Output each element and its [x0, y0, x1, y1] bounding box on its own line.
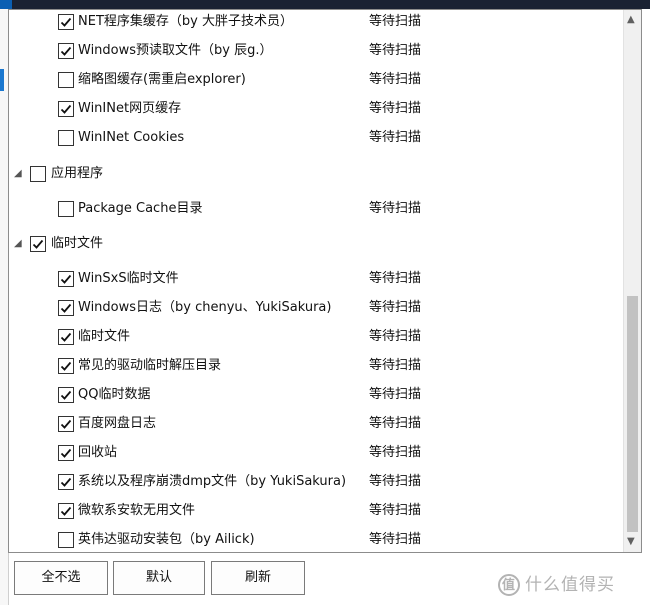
scan-status: 等待扫描 — [369, 14, 422, 29]
scan-status: 等待扫描 — [369, 300, 422, 315]
scroll-down-arrow-icon[interactable]: ▼ — [627, 536, 635, 548]
item-checkbox[interactable] — [58, 201, 74, 217]
scrollbar-thumb[interactable] — [627, 296, 638, 532]
item-label: 常见的驱动临时解压目录 — [78, 358, 222, 373]
scan-status: 等待扫描 — [369, 503, 422, 518]
item-checkbox[interactable] — [58, 358, 74, 374]
item-checkbox[interactable] — [58, 271, 74, 287]
item-label: 回收站 — [78, 445, 118, 460]
title-bar-accent — [0, 0, 12, 9]
expand-toggle-icon[interactable]: ◢ — [14, 163, 22, 185]
scan-status: 等待扫描 — [369, 130, 422, 145]
tree-item-row[interactable]: 回收站 等待扫描 — [9, 442, 621, 464]
item-checkbox[interactable] — [58, 445, 74, 461]
item-label: 应用程序 — [51, 166, 104, 181]
tree-item-row[interactable]: 系统以及程序崩溃dmp文件（by YukiSakura) 等待扫描 — [9, 471, 621, 493]
scan-status: 等待扫描 — [369, 101, 422, 116]
watermark: 值什么值得买 — [498, 570, 615, 596]
item-label: 缩略图缓存(需重启explorer) — [78, 72, 246, 87]
item-checkbox[interactable] — [58, 416, 74, 432]
item-label: 系统以及程序崩溃dmp文件（by YukiSakura) — [78, 474, 347, 489]
item-checkbox[interactable] — [58, 532, 74, 548]
scan-status: 等待扫描 — [369, 201, 422, 216]
scan-status: 等待扫描 — [369, 72, 422, 87]
item-checkbox[interactable] — [58, 503, 74, 519]
watermark-text: 什么值得买 — [525, 575, 615, 595]
tree-item-row[interactable]: WinINet Cookies 等待扫描 — [9, 127, 621, 149]
tree-item-row[interactable]: Windows预读取文件（by 辰g.） 等待扫描 — [9, 40, 621, 62]
tree-item-row[interactable]: 缩略图缓存(需重启explorer) 等待扫描 — [9, 69, 621, 91]
tree-group-row[interactable]: ◢ 临时文件 — [9, 233, 621, 255]
item-checkbox[interactable] — [58, 43, 74, 59]
item-label: 百度网盘日志 — [78, 416, 157, 431]
window-top-edge — [0, 0, 650, 9]
item-label: QQ临时数据 — [78, 387, 151, 402]
item-checkbox[interactable] — [58, 72, 74, 88]
expand-toggle-icon[interactable]: ◢ — [14, 233, 22, 255]
watermark-logo-icon: 值 — [498, 574, 520, 596]
scroll-up-arrow-icon[interactable]: ▲ — [627, 14, 635, 26]
item-label: Package Cache目录 — [78, 201, 203, 216]
tree-item-row[interactable]: WinSxS临时文件 等待扫描 — [9, 268, 621, 290]
scan-status: 等待扫描 — [369, 271, 422, 286]
refresh-button[interactable]: 刷新 — [211, 561, 305, 595]
item-label: 临时文件 — [78, 329, 131, 344]
item-label: NET程序集缓存（by 大胖子技术员） — [78, 14, 293, 29]
scan-status: 等待扫描 — [369, 532, 422, 547]
scan-status: 等待扫描 — [369, 329, 422, 344]
tree-item-row[interactable]: NET程序集缓存（by 大胖子技术员） 等待扫描 — [9, 11, 621, 33]
item-checkbox[interactable] — [58, 474, 74, 490]
item-label: 英伟达驱动安装包（by Ailick) — [78, 532, 255, 547]
tree-item-row[interactable]: 临时文件 等待扫描 — [9, 326, 621, 348]
item-checkbox[interactable] — [58, 387, 74, 403]
tree-item-row[interactable]: Windows日志（by chenyu、YukiSakura) 等待扫描 — [9, 297, 621, 319]
tree-item-row[interactable]: WinINet网页缓存 等待扫描 — [9, 98, 621, 120]
deselect-all-button[interactable]: 全不选 — [14, 561, 108, 595]
item-checkbox[interactable] — [58, 101, 74, 117]
item-label: Windows预读取文件（by 辰g.） — [78, 43, 273, 58]
default-button[interactable]: 默认 — [113, 561, 205, 595]
item-checkbox[interactable] — [30, 236, 46, 252]
item-checkbox[interactable] — [58, 329, 74, 345]
item-label: WinINet Cookies — [78, 130, 185, 145]
cleanup-item-tree: ▲ ▼ NET程序集缓存（by 大胖子技术员） 等待扫描 Windows预读取文件（… — [8, 9, 642, 553]
item-label: Windows日志（by chenyu、YukiSakura) — [78, 300, 332, 315]
item-checkbox[interactable] — [30, 166, 46, 182]
item-label: WinSxS临时文件 — [78, 271, 179, 286]
item-checkbox[interactable] — [58, 300, 74, 316]
scan-status: 等待扫描 — [369, 358, 422, 373]
scan-status: 等待扫描 — [369, 416, 422, 431]
tree-item-row[interactable]: Package Cache目录 等待扫描 — [9, 198, 621, 220]
item-checkbox[interactable] — [58, 14, 74, 30]
item-label: WinINet网页缓存 — [78, 101, 182, 116]
scan-status: 等待扫描 — [369, 387, 422, 402]
selected-nav-marker — [0, 69, 4, 91]
vertical-scrollbar[interactable]: ▲ ▼ — [623, 10, 641, 552]
tree-item-row[interactable]: QQ临时数据 等待扫描 — [9, 384, 621, 406]
scan-status: 等待扫描 — [369, 43, 422, 58]
tree-item-row[interactable]: 百度网盘日志 等待扫描 — [9, 413, 621, 435]
item-label: 临时文件 — [51, 236, 104, 251]
tree-item-row[interactable]: 微软系安软无用文件 等待扫描 — [9, 500, 621, 522]
item-label: 微软系安软无用文件 — [78, 503, 196, 518]
scan-status: 等待扫描 — [369, 445, 422, 460]
tree-item-row[interactable]: 英伟达驱动安装包（by Ailick) 等待扫描 — [9, 529, 621, 551]
tree-item-row[interactable]: 常见的驱动临时解压目录 等待扫描 — [9, 355, 621, 377]
tree-group-row[interactable]: ◢ 应用程序 — [9, 163, 621, 185]
scan-status: 等待扫描 — [369, 474, 422, 489]
item-checkbox[interactable] — [58, 130, 74, 146]
